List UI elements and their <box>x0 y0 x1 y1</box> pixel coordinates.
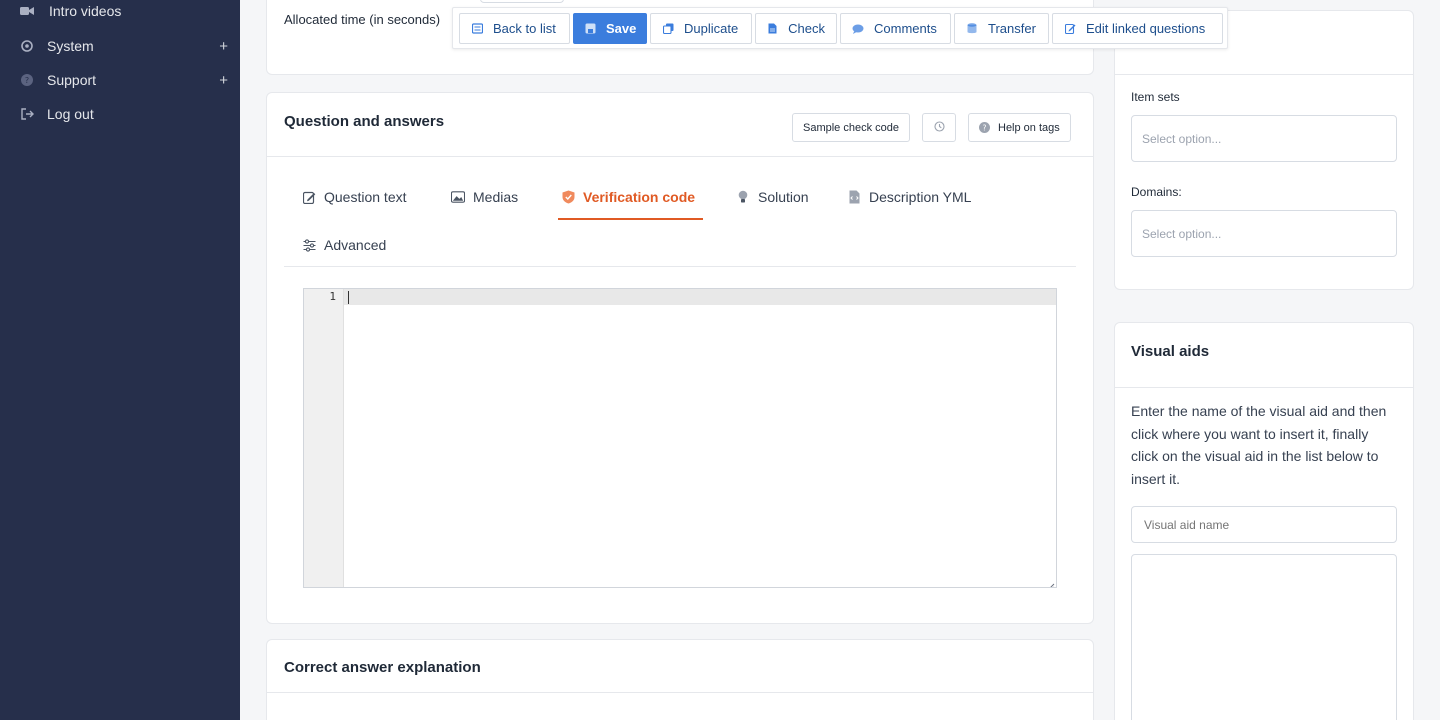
shield-check-icon <box>561 190 575 204</box>
visual-aids-instructions: Enter the name of the visual aid and the… <box>1131 403 1387 487</box>
correct-answer-explanation-card: Correct answer explanation <box>266 639 1094 720</box>
file-code-icon <box>847 190 861 204</box>
svg-text:?: ? <box>983 123 987 132</box>
tab-medias[interactable]: Medias <box>451 183 518 211</box>
check-button[interactable]: Check <box>755 13 837 44</box>
comments-label: Comments <box>874 21 937 36</box>
tab-solution[interactable]: Solution <box>736 183 809 211</box>
edit-icon <box>302 190 316 204</box>
sample-check-code-label: Sample check code <box>803 121 899 134</box>
visual-aids-card: Visual aids Enter the name of the visual… <box>1114 322 1414 720</box>
duplicate-button[interactable]: Duplicate <box>650 13 752 44</box>
expand-icon[interactable]: + <box>219 38 228 55</box>
sidebar-item-support[interactable]: ? Support + <box>0 65 240 95</box>
database-icon <box>966 23 978 35</box>
tabs-divider <box>284 266 1076 267</box>
save-label: Save <box>606 21 637 36</box>
sample-check-code-button[interactable]: Sample check code <box>792 113 910 142</box>
classification-card: n Item sets Select option... Domains: Se… <box>1114 10 1414 290</box>
visual-aids-title: Visual aids <box>1131 343 1210 360</box>
line-number: 1 <box>329 290 336 303</box>
card-divider <box>267 156 1093 157</box>
help-circle-icon: ? <box>20 73 34 87</box>
resize-handle-icon[interactable] <box>1047 578 1055 587</box>
transfer-label: Transfer <box>988 21 1036 36</box>
tab-label: Solution <box>758 189 809 205</box>
history-button[interactable] <box>922 113 956 142</box>
tab-label: Verification code <box>583 189 696 205</box>
correct-answer-explanation-title: Correct answer explanation <box>284 659 481 676</box>
item-sets-placeholder: Select option... <box>1142 131 1222 146</box>
save-button[interactable]: Save <box>573 13 647 44</box>
duplicate-label: Duplicate <box>684 21 739 36</box>
allocated-time-input[interactable] <box>480 0 564 3</box>
action-toolbar: Back to list Save Duplicate Check Commen… <box>452 7 1228 49</box>
comments-button[interactable]: Comments <box>840 13 951 44</box>
sidebar-item-label: Intro videos <box>49 3 122 19</box>
comment-icon <box>852 23 864 35</box>
item-sets-select[interactable]: Select option... <box>1131 115 1397 162</box>
tab-question-text[interactable]: Question text <box>302 183 407 211</box>
help-circle-icon: ? <box>979 122 990 133</box>
tab-description-yml[interactable]: Description YML <box>847 183 971 211</box>
edit-linked-questions-label: Edit linked questions <box>1086 21 1206 36</box>
sidebar-item-log-out[interactable]: Log out <box>0 99 240 129</box>
copy-icon <box>662 23 674 35</box>
sidebar-item-intro-videos[interactable]: Intro videos <box>0 0 240 26</box>
list-icon <box>471 23 483 35</box>
domains-placeholder: Select option... <box>1142 226 1222 241</box>
transfer-button[interactable]: Transfer <box>954 13 1049 44</box>
item-sets-label: Item sets <box>1131 90 1180 104</box>
document-icon <box>767 23 778 35</box>
video-icon <box>20 4 34 18</box>
card-divider <box>1115 74 1413 75</box>
tab-verification-code[interactable]: Verification code <box>561 183 695 211</box>
sidebar-item-label: Log out <box>47 106 94 122</box>
expand-icon[interactable]: + <box>219 72 228 89</box>
sidebar: Intro videos System + ? Support + Log ou… <box>0 0 240 720</box>
sidebar-item-system[interactable]: System + <box>0 31 240 61</box>
image-icon <box>451 190 465 204</box>
tab-label: Question text <box>324 189 407 205</box>
tab-label: Description YML <box>869 189 972 205</box>
sliders-icon <box>302 238 316 252</box>
domains-label: Domains: <box>1131 185 1182 199</box>
back-to-list-label: Back to list <box>493 21 556 36</box>
domains-select[interactable]: Select option... <box>1131 210 1397 257</box>
question-answers-title: Question and answers <box>284 113 445 130</box>
text-cursor <box>348 291 349 304</box>
help-on-tags-button[interactable]: ? Help on tags <box>968 113 1071 142</box>
check-label: Check <box>788 21 825 36</box>
edit-linked-questions-button[interactable]: Edit linked questions <box>1052 13 1223 44</box>
history-icon <box>933 120 945 135</box>
help-on-tags-label: Help on tags <box>998 121 1060 134</box>
sidebar-item-label: Support <box>47 72 97 88</box>
line-number-gutter: 1 <box>304 289 344 587</box>
allocated-time-label: Allocated time (in seconds) <box>284 12 441 27</box>
verification-code-editor[interactable]: 1 <box>303 288 1057 588</box>
tab-advanced[interactable]: Advanced <box>302 231 386 259</box>
visual-aid-name-input[interactable] <box>1131 506 1397 543</box>
sidebar-item-label: System <box>47 38 94 54</box>
gear-icon <box>20 39 34 53</box>
edit-icon <box>1064 23 1076 35</box>
tab-label: Advanced <box>324 237 387 253</box>
svg-text:?: ? <box>25 76 29 85</box>
lightbulb-icon <box>736 190 750 204</box>
save-icon <box>585 23 596 35</box>
card-divider <box>1115 387 1413 388</box>
visual-aids-list[interactable] <box>1131 554 1397 720</box>
card-divider <box>267 692 1093 693</box>
active-line <box>344 289 1056 305</box>
tab-label: Medias <box>473 189 519 205</box>
back-to-list-button[interactable]: Back to list <box>459 13 570 44</box>
logout-icon <box>20 107 34 121</box>
active-tab-indicator <box>558 218 703 220</box>
